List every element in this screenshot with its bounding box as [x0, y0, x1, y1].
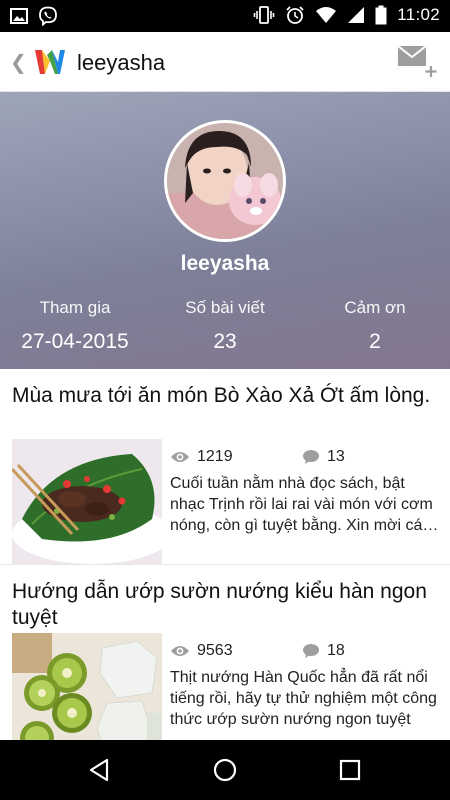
stat-label: Tham gia — [39, 298, 111, 317]
viber-icon — [39, 6, 57, 26]
eye-icon — [171, 452, 189, 462]
views-count: 1219 — [170, 447, 233, 467]
avatar[interactable] — [164, 120, 286, 242]
avatar-image — [167, 123, 283, 239]
comment-icon — [303, 644, 319, 658]
stat-joined: Tham gia 27-04-2015 — [0, 298, 150, 354]
views-count: 9563 — [170, 641, 233, 661]
stat-label: Cảm ơn — [344, 298, 406, 317]
stat-value: 2 — [369, 330, 381, 353]
article-title[interactable]: Mùa mưa tới ăn món Bò Xào Xả Ớt ấm lòng. — [12, 383, 432, 409]
signal-icon — [348, 7, 365, 23]
article-excerpt: Thịt nướng Hàn Quốc hẳn đã rất nổi tiếng… — [170, 669, 437, 728]
wifi-icon — [316, 7, 337, 23]
stat-value: 27-04-2015 — [21, 330, 129, 353]
article-excerpt: Cuối tuần nằm nhà đọc sách, bật nhạc Trị… — [170, 475, 433, 534]
home-circle-icon[interactable] — [210, 755, 240, 785]
w-logo[interactable] — [34, 47, 66, 77]
profile-header: leeyasha Tham gia 27-04-2015 Số bài viết… — [0, 92, 450, 369]
vibrate-icon — [253, 6, 275, 24]
chevron-left-icon[interactable]: ❮ — [10, 50, 27, 75]
beef-stirfry-image — [12, 439, 162, 564]
app-title: leeyasha — [77, 50, 166, 75]
list-item[interactable]: Mùa mưa tới ăn món Bò Xào Xả Ớt ấm lòng.… — [0, 369, 450, 564]
comment-icon — [303, 450, 319, 464]
list-item[interactable]: Hướng dẫn ướp sườn nướng kiểu hàn ngon t… — [0, 565, 450, 758]
image-icon — [10, 8, 28, 24]
recents-square-icon[interactable] — [335, 755, 365, 785]
comments-value: 13 — [327, 448, 345, 465]
views-value: 1219 — [197, 448, 233, 465]
article-thumbnail[interactable] — [12, 439, 162, 564]
profile-name: leeyasha — [180, 252, 270, 275]
comments-count: 18 — [302, 641, 345, 661]
stat-thanks: Cảm ơn 2 — [300, 298, 450, 354]
stat-posts: Số bài viết 23 — [150, 298, 300, 354]
battery-icon — [375, 5, 387, 25]
system-nav-bar — [0, 740, 450, 800]
stat-value: 23 — [213, 330, 237, 353]
article-title[interactable]: Hướng dẫn ướp sườn nướng kiểu hàn ngon t… — [12, 579, 432, 631]
status-bar-right: 11:02 — [253, 5, 440, 25]
views-value: 9563 — [197, 642, 233, 659]
stat-label: Số bài viết — [185, 298, 265, 317]
comments-value: 18 — [327, 642, 345, 659]
status-bar-left — [10, 6, 58, 26]
app-bar: ❮ leeyasha — [0, 32, 450, 92]
alarm-icon — [286, 6, 304, 24]
status-time: 11:02 — [397, 5, 440, 24]
status-bar: 11:02 — [0, 0, 450, 32]
back-triangle-icon[interactable] — [85, 755, 115, 785]
eye-icon — [171, 646, 189, 656]
mail-add-icon[interactable] — [396, 44, 438, 78]
comments-count: 13 — [302, 447, 345, 467]
